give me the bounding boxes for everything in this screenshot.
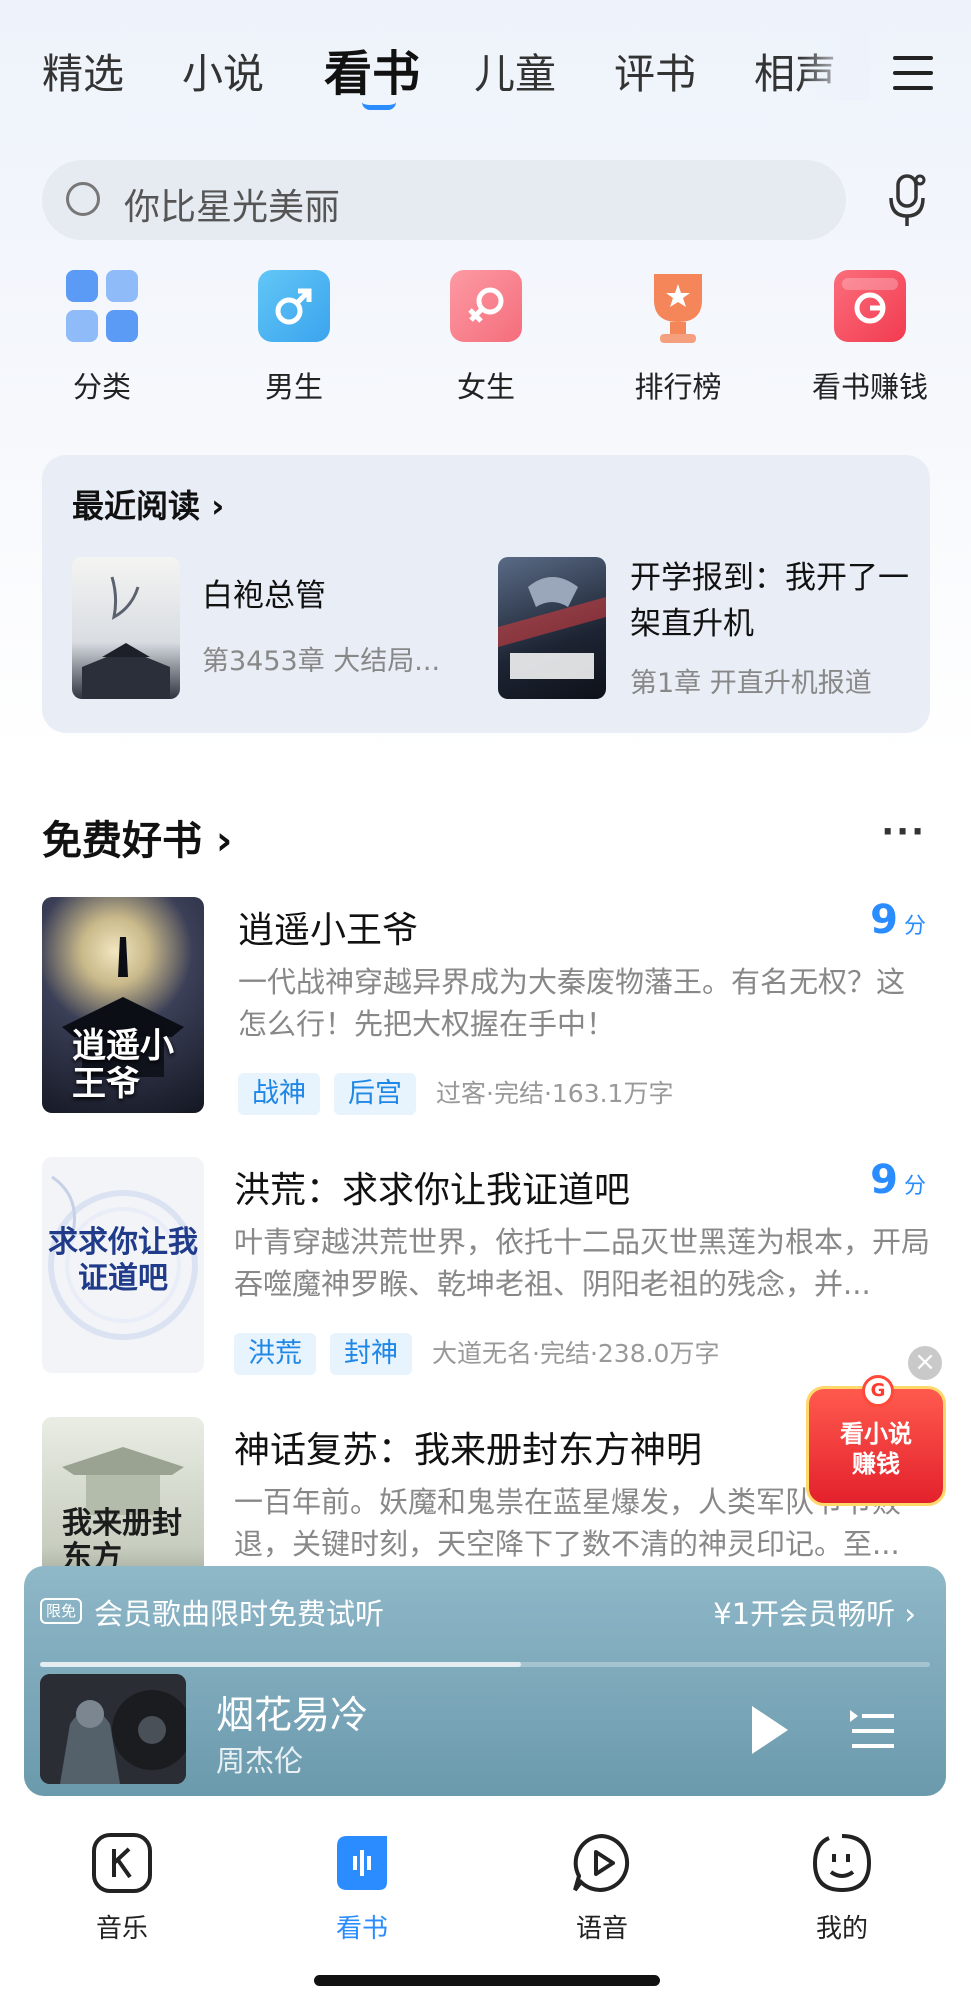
- recent-book-cover[interactable]: [498, 557, 606, 699]
- nav-music[interactable]: 音乐: [62, 1832, 182, 1945]
- recent-book-cover[interactable]: [72, 557, 180, 699]
- category-label: 男生: [264, 370, 323, 404]
- category-label: 女生: [456, 370, 515, 404]
- book-score: 9分: [870, 1157, 926, 1203]
- search-bar[interactable]: 你比星光美丽: [42, 160, 846, 240]
- music-k-icon: [91, 1832, 153, 1894]
- book-description: 一代战神穿越异界成为大秦废物藩王。有名无权？这怎么行！先把大权握在手中！: [238, 965, 906, 1041]
- book-wave-icon: [331, 1832, 393, 1894]
- book-description: 叶青穿越洪荒世界，依托十二品灭世黑莲为根本，开局吞噬魔神罗睺、乾坤老祖、阴阳老祖…: [234, 1225, 931, 1301]
- trophy-icon: [642, 270, 714, 343]
- book-tag[interactable]: 战神: [238, 1073, 320, 1115]
- home-indicator: [314, 1975, 660, 1986]
- earn-red-packet-widget[interactable]: × G 看小说 赚钱: [806, 1346, 946, 1516]
- book-tag[interactable]: 封神: [330, 1333, 412, 1375]
- tab-reading[interactable]: 看书: [324, 34, 420, 104]
- tab-novel[interactable]: 小说: [182, 40, 264, 100]
- vip-open-link[interactable]: ¥1开会员畅听 ›: [713, 1591, 916, 1633]
- book-list-item[interactable]: 求求你让我证道吧 洪荒：求求你让我证道吧 9分 叶青穿越洪荒世界，依托十二品灭世…: [42, 1157, 930, 1379]
- mini-player[interactable]: 限免 会员歌曲限时免费试听 ¥1开会员畅听 › 烟花易冷 周杰伦: [24, 1566, 946, 1796]
- category-label: 看书赚钱: [811, 370, 928, 404]
- search-placeholder: 你比星光美丽: [124, 187, 341, 228]
- grid-icon: [66, 270, 138, 342]
- profile-face-icon: [811, 1832, 873, 1894]
- album-cover[interactable]: [40, 1674, 186, 1784]
- voice-play-icon: [571, 1832, 633, 1894]
- tab-fade-overlay: [800, 30, 870, 100]
- tab-storytelling[interactable]: 评书: [614, 40, 696, 100]
- book-cover[interactable]: 逍遥小王爷: [42, 897, 204, 1113]
- song-title: 烟花易冷: [216, 1693, 369, 1737]
- book-list-item[interactable]: 逍遥小王爷 逍遥小王爷 9分 一代战神穿越异界成为大秦废物藩王。有名无权？这怎么…: [42, 897, 930, 1119]
- recent-book-title[interactable]: 开学报到：我开了一架直升机: [630, 555, 910, 647]
- play-icon[interactable]: [752, 1706, 788, 1754]
- coin-icon: G: [862, 1375, 894, 1407]
- book-meta: 大道无名·完结·238.0万字: [432, 1339, 720, 1368]
- book-title[interactable]: 神话复苏：我来册封东方神明: [234, 1421, 702, 1473]
- search-icon: [66, 182, 100, 216]
- category-classify[interactable]: 分类: [32, 270, 172, 406]
- recent-book-title[interactable]: 白袍总管: [202, 573, 326, 619]
- category-row: 分类 男生 女生 排行榜 看书赚钱: [0, 270, 971, 420]
- nav-reading[interactable]: 看书: [302, 1832, 422, 1945]
- more-icon[interactable]: ···: [881, 812, 926, 852]
- book-cover[interactable]: 求求你让我证道吧: [42, 1157, 204, 1373]
- book-score: 9分: [870, 897, 926, 943]
- category-label: 排行榜: [634, 370, 722, 404]
- book-tags: 洪荒 封神 大道无名·完结·238.0万字: [234, 1333, 719, 1375]
- nav-label: 我的: [815, 1914, 868, 1944]
- category-female[interactable]: 女生: [416, 270, 556, 406]
- nav-label: 音乐: [95, 1914, 148, 1944]
- book-meta: 过客·完结·163.1万字: [436, 1079, 674, 1108]
- nav-profile[interactable]: 我的: [782, 1832, 902, 1945]
- tab-children[interactable]: 儿童: [474, 40, 556, 100]
- recent-reading-card: 最近阅读 › 白袍总管 第3453章 大结局... 开学报到：我开了一架直升机 …: [42, 455, 930, 733]
- female-icon: [450, 270, 522, 342]
- playback-progress[interactable]: [40, 1662, 930, 1667]
- red-packet-body[interactable]: G 看小说 赚钱: [806, 1375, 946, 1506]
- book-tag[interactable]: 洪荒: [234, 1333, 316, 1375]
- category-ranking[interactable]: 排行榜: [608, 270, 748, 406]
- book-list-item[interactable]: 我来册封东方 神话复苏：我来册封东方神明 一百年前。妖魔和鬼祟在蓝星爆发，人类军…: [42, 1417, 930, 1567]
- book-title[interactable]: 洪荒：求求你让我证道吧: [234, 1161, 630, 1213]
- category-male[interactable]: 男生: [224, 270, 364, 406]
- nav-label: 语音: [575, 1914, 628, 1944]
- category-label: 分类: [72, 370, 131, 404]
- free-books-title[interactable]: 免费好书 ›: [42, 808, 232, 866]
- recent-book-progress: 第1章 开直升机报道: [630, 668, 872, 699]
- category-earn[interactable]: 看书赚钱: [800, 270, 940, 406]
- book-cover-title: 我来册封东方: [62, 1506, 182, 1568]
- book-tags: 战神 后宫 过客·完结·163.1万字: [238, 1073, 673, 1115]
- nav-voice[interactable]: 语音: [542, 1832, 662, 1945]
- playback-progress-fill: [40, 1662, 521, 1667]
- tab-featured[interactable]: 精选: [42, 40, 124, 100]
- recent-book-progress: 第3453章 大结局...: [202, 646, 441, 677]
- book-cover-title: 求求你让我证道吧: [48, 1225, 198, 1296]
- book-tag[interactable]: 后宫: [334, 1073, 416, 1115]
- book-title[interactable]: 逍遥小王爷: [238, 901, 418, 953]
- coin-icon: [834, 270, 906, 342]
- book-cover[interactable]: 我来册封东方: [42, 1417, 204, 1567]
- vip-promo-bar[interactable]: 限免 会员歌曲限时免费试听 ¥1开会员畅听 ›: [24, 1566, 946, 1658]
- red-packet-text: 看小说 赚钱: [840, 1420, 912, 1478]
- active-tab-indicator: [362, 102, 396, 110]
- menu-icon[interactable]: [893, 56, 933, 92]
- free-limited-badge: 限免: [40, 1598, 82, 1624]
- promo-text: 会员歌曲限时免费试听: [94, 1597, 385, 1631]
- male-icon: [258, 270, 330, 342]
- voice-search-icon[interactable]: [886, 172, 930, 228]
- playlist-icon[interactable]: [850, 1708, 896, 1754]
- close-icon[interactable]: ×: [908, 1346, 942, 1380]
- bottom-nav: 音乐 看书 语音 我的: [0, 1820, 971, 1950]
- nav-label: 看书: [335, 1914, 388, 1944]
- artist-name: 周杰伦: [216, 1744, 304, 1778]
- book-cover-title: 逍遥小王爷: [72, 1026, 174, 1104]
- recent-reading-title[interactable]: 最近阅读 ›: [72, 481, 224, 527]
